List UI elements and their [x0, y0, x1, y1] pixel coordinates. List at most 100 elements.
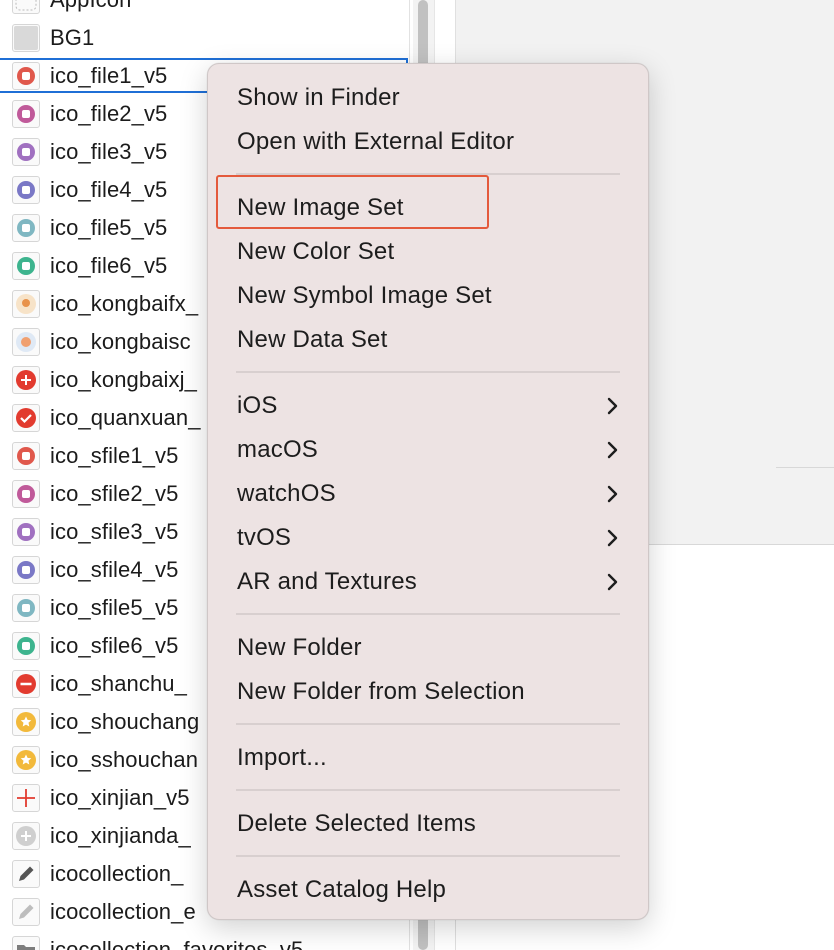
menu-item-new-color-set[interactable]: New Color Set	[237, 232, 626, 272]
asset-name: ico_sfile3_v5	[50, 519, 179, 544]
menu-separator	[236, 371, 620, 373]
file-magenta-icon	[12, 100, 40, 128]
context-menu: Show in Finder Open with External Editor N…	[207, 63, 649, 920]
menu-item-label: watchOS	[237, 480, 336, 507]
asset-name: ico_quanxuan_	[50, 405, 201, 430]
sfile-green-icon	[12, 632, 40, 660]
asset-name: ico_kongbaixj_	[50, 367, 197, 392]
menu-item-label: Delete Selected Items	[237, 810, 476, 837]
asset-list-item[interactable]: AppIcon	[0, 0, 409, 19]
asset-name: icocollection_	[50, 861, 184, 886]
asset-name: BG1	[50, 25, 95, 50]
menu-separator	[236, 723, 620, 725]
menu-item-label: tvOS	[237, 524, 292, 551]
gray-square-icon	[12, 24, 40, 52]
file-indigo-icon	[12, 176, 40, 204]
menu-item-ios[interactable]: iOS	[237, 386, 626, 426]
asset-list-item[interactable]: icocollection_favorites_v5	[0, 931, 409, 950]
asset-name: ico_xinjian_v5	[50, 785, 190, 810]
asset-name: ico_file2_v5	[50, 101, 168, 126]
pencil-dark-icon	[12, 860, 40, 888]
file-green-icon	[12, 252, 40, 280]
menu-item-label: macOS	[237, 436, 319, 463]
menu-item-macos[interactable]: macOS	[237, 430, 626, 470]
asset-name: ico_sshouchan	[50, 747, 199, 772]
plus-gray-circle-icon	[12, 822, 40, 850]
menu-item-delete-selected-items[interactable]: Delete Selected Items	[237, 804, 626, 844]
check-red-circle-icon	[12, 404, 40, 432]
folder-gray-icon	[12, 936, 40, 950]
plus-red-circle-icon	[12, 366, 40, 394]
empty-collect-illustration-icon	[12, 328, 40, 356]
file-red-icon	[12, 62, 40, 90]
asset-name: ico_kongbaisc	[50, 329, 191, 354]
sfile-magenta-icon	[12, 480, 40, 508]
asset-name: ico_sfile5_v5	[50, 595, 179, 620]
asset-name: ico_kongbaifx_	[50, 291, 199, 316]
star-yellow-icon	[12, 708, 40, 736]
menu-separator	[236, 855, 620, 857]
asset-name: ico_file4_v5	[50, 177, 168, 202]
empty-share-illustration-icon	[12, 290, 40, 318]
sfile-purple-icon	[12, 518, 40, 546]
menu-item-asset-catalog-help[interactable]: Asset Catalog Help	[237, 870, 626, 910]
menu-item-label: Import...	[237, 744, 327, 771]
chevron-right-icon	[607, 441, 618, 459]
sfile-teal-icon	[12, 594, 40, 622]
asset-name: ico_sfile6_v5	[50, 633, 179, 658]
menu-item-label: New Folder	[237, 634, 362, 661]
appicon-dashed-icon	[12, 0, 40, 14]
menu-item-new-image-set[interactable]: New Image Set	[237, 188, 626, 228]
asset-name: ico_shouchang	[50, 709, 200, 734]
asset-name: ico_file1_v5	[50, 63, 168, 88]
asset-name: ico_sfile1_v5	[50, 443, 179, 468]
xcode-asset-catalog-window: AppIcon BG1 ico_file1_v5 ico_file2_v5 ico_fi…	[0, 0, 834, 950]
menu-item-ar-and-textures[interactable]: AR and Textures	[237, 562, 626, 602]
asset-name: ico_xinjianda_	[50, 823, 191, 848]
asset-name: AppIcon	[50, 0, 131, 13]
menu-separator	[236, 789, 620, 791]
menu-item-label: iOS	[237, 392, 278, 419]
menu-item-label: New Folder from Selection	[237, 678, 525, 705]
file-purple-icon	[12, 138, 40, 166]
plus-red-icon	[12, 784, 40, 812]
chevron-right-icon	[607, 573, 618, 591]
menu-item-watchos[interactable]: watchOS	[237, 474, 626, 514]
minus-red-circle-icon	[12, 670, 40, 698]
menu-item-label: New Symbol Image Set	[237, 282, 492, 309]
menu-item-new-folder-from-selection[interactable]: New Folder from Selection	[237, 672, 626, 712]
asset-name: ico_file6_v5	[50, 253, 168, 278]
sfile-red-icon	[12, 442, 40, 470]
asset-name: ico_sfile4_v5	[50, 557, 179, 582]
menu-item-tvos[interactable]: tvOS	[237, 518, 626, 558]
pane-divider	[776, 467, 834, 468]
asset-name: ico_file3_v5	[50, 139, 168, 164]
asset-list-item[interactable]: BG1	[0, 19, 409, 57]
asset-name: ico_file5_v5	[50, 215, 168, 240]
asset-name: ico_shanchu_	[50, 671, 187, 696]
chevron-right-icon	[607, 485, 618, 503]
menu-item-show-in-finder[interactable]: Show in Finder	[237, 78, 626, 118]
asset-name: icocollection_favorites_v5	[50, 937, 304, 950]
menu-item-label: New Color Set	[237, 238, 395, 265]
pencil-light-icon	[12, 898, 40, 926]
sfile-indigo-icon	[12, 556, 40, 584]
menu-item-label: Show in Finder	[237, 84, 400, 111]
chevron-right-icon	[607, 529, 618, 547]
asset-name: ico_sfile2_v5	[50, 481, 179, 506]
menu-separator	[236, 173, 620, 175]
menu-item-label: AR and Textures	[237, 568, 417, 595]
menu-item-import[interactable]: Import...	[237, 738, 626, 778]
menu-item-label: New Data Set	[237, 326, 388, 353]
menu-separator	[236, 613, 620, 615]
file-teal-icon	[12, 214, 40, 242]
chevron-right-icon	[607, 397, 618, 415]
star-yellow-small-icon	[12, 746, 40, 774]
menu-item-open-with-external-editor[interactable]: Open with External Editor	[237, 122, 626, 162]
menu-item-new-symbol-image-set[interactable]: New Symbol Image Set	[237, 276, 626, 316]
menu-item-label: Asset Catalog Help	[237, 876, 447, 903]
menu-item-new-folder[interactable]: New Folder	[237, 628, 626, 668]
menu-item-new-data-set[interactable]: New Data Set	[237, 320, 626, 360]
menu-item-label: Open with External Editor	[237, 128, 515, 155]
menu-item-label: New Image Set	[237, 194, 404, 221]
